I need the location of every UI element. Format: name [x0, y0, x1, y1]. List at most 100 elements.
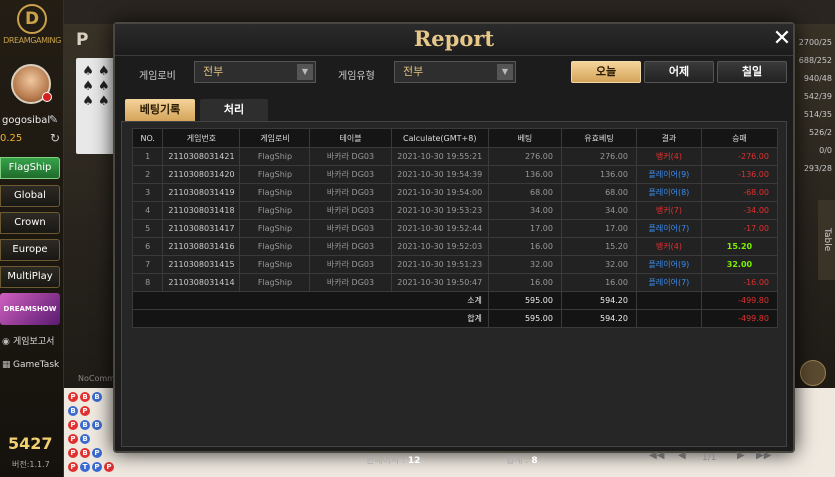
col-lobby: 게임로비: [239, 128, 311, 148]
cell-result: 뱅커(4): [635, 237, 702, 256]
road-dot: B: [92, 420, 102, 430]
col-game-id: 게임번호: [162, 128, 241, 148]
cell-win-loss: -136.00: [700, 165, 779, 184]
table-body: 1 2110308031421 FlagShip 바카라 DG03 2021-10-30…: [131, 147, 779, 328]
lobby-europe-button[interactable]: Europe: [0, 239, 60, 261]
cell-bet: 68.00: [487, 183, 562, 202]
type-select[interactable]: 전부 ▼: [394, 61, 516, 83]
hand-icon[interactable]: [800, 360, 826, 386]
cell-game-id: 2110308031417: [162, 219, 241, 238]
per-page-value: 12: [407, 456, 421, 466]
cell-table: 바카라 DG03: [309, 201, 392, 220]
cell-game-id: 2110308031419: [162, 183, 241, 202]
logo-text: DREAMGAMING: [3, 36, 61, 45]
subtotal-row: 소계 595.00 594.20 -499.80: [132, 291, 779, 310]
cell-valid-bet: 68.00: [560, 183, 637, 202]
cell-valid-bet: 276.00: [560, 147, 637, 166]
no-comm-label: NoComm: [78, 374, 115, 383]
table-side-tab[interactable]: Table: [818, 200, 835, 280]
page-indicator: 1/1: [702, 453, 717, 463]
yesterday-button[interactable]: 어제: [644, 61, 714, 83]
cell-result: 뱅커(7): [635, 201, 702, 220]
stat-value: 688/252: [798, 56, 832, 65]
prev-page-icon[interactable]: ◀: [678, 450, 686, 461]
lobby-global-button[interactable]: Global: [0, 185, 60, 207]
cell-win-loss: 15.20: [700, 237, 779, 256]
cell-game-id: 2110308031416: [162, 237, 241, 256]
modal-title: Report: [413, 26, 495, 51]
stat-value: 2700/25: [798, 38, 832, 47]
cell-bet: 34.00: [487, 201, 562, 220]
close-button[interactable]: ✕: [770, 27, 794, 51]
table-row[interactable]: 7 2110308031415 FlagShip 바카라 DG03 2021-10-30…: [131, 255, 779, 274]
game-report-link[interactable]: ◉ 게임보고서: [0, 333, 60, 351]
road-dot: P: [68, 448, 78, 458]
table-row[interactable]: 3 2110308031419 FlagShip 바카라 DG03 2021-10-30…: [131, 183, 779, 202]
report-table: NO. 게임번호 게임로비 테이블 Calculate(GMT+8) 베팅 유효…: [131, 128, 779, 328]
lobby-multiplay-button[interactable]: MultiPlay: [0, 266, 60, 288]
cell-table: 바카라 DG03: [309, 237, 392, 256]
cell-lobby: FlagShip: [239, 237, 311, 256]
cell-result: 플레이어(9): [635, 255, 702, 274]
table-row[interactable]: 5 2110308031417 FlagShip 바카라 DG03 2021-10-30…: [131, 219, 779, 238]
table-row[interactable]: 1 2110308031421 FlagShip 바카라 DG03 2021-10-30…: [131, 147, 779, 166]
refresh-icon[interactable]: ↻: [50, 131, 60, 145]
cell-result: 플레이어(9): [635, 165, 702, 184]
first-page-icon[interactable]: ◀◀: [649, 450, 664, 461]
table-row[interactable]: 8 2110308031414 FlagShip 바카라 DG03 2021-10-30…: [131, 273, 779, 292]
cell-game-id: 2110308031415: [162, 255, 241, 274]
table-row[interactable]: 2 2110308031420 FlagShip 바카라 DG03 2021-10-30…: [131, 165, 779, 184]
game-top-bar: [64, 0, 835, 24]
cell-lobby: FlagShip: [239, 219, 311, 238]
table-row[interactable]: 6 2110308031416 FlagShip 바카라 DG03 2021-10-30…: [131, 237, 779, 256]
cell-valid-bet: 17.00: [560, 219, 637, 238]
card-stack: ♠ ♠ ♠ ♠ ♠ ♠: [76, 58, 116, 154]
road-dot: P: [68, 434, 78, 444]
cell-win-loss: -34.00: [700, 201, 779, 220]
next-page-icon[interactable]: ▶: [737, 450, 745, 461]
cell-valid-bet: 16.00: [560, 273, 637, 292]
road-dot: B: [80, 392, 90, 402]
road-dot: P: [92, 462, 102, 472]
cell-bet: 17.00: [487, 219, 562, 238]
type-filter-label: 게임유형: [338, 71, 375, 82]
cell-win-loss: -68.00: [700, 183, 779, 202]
cell-win-loss: -16.00: [700, 273, 779, 292]
last-page-icon[interactable]: ▶▶: [756, 450, 771, 461]
road-dot: T: [80, 462, 90, 472]
table-row[interactable]: 4 2110308031418 FlagShip 바카라 DG03 2021-10-30…: [131, 201, 779, 220]
report-table-panel: NO. 게임번호 게임로비 테이블 Calculate(GMT+8) 베팅 유효…: [121, 121, 787, 466]
col-result: 결과: [635, 128, 702, 148]
road-dot: P: [68, 420, 78, 430]
tab-processing[interactable]: 처리: [200, 99, 268, 121]
cell-lobby: FlagShip: [239, 201, 311, 220]
lobby-select[interactable]: 전부 ▼: [194, 61, 316, 83]
total-valid: 594.20: [560, 309, 637, 328]
cell-no: 4: [131, 201, 164, 220]
subtotal-valid: 594.20: [560, 291, 637, 310]
stat-value: 940/48: [803, 74, 832, 83]
tab-bet-history[interactable]: 베팅기록: [125, 99, 195, 121]
cell-result: 뱅커(4): [635, 147, 702, 166]
type-select-value: 전부: [403, 65, 424, 78]
score: 5427: [8, 434, 53, 453]
edit-icon[interactable]: ✎: [49, 113, 58, 126]
game-task-link[interactable]: ▦ GameTask: [0, 356, 60, 374]
cell-table: 바카라 DG03: [309, 273, 392, 292]
cell-result: 플레이어(7): [635, 273, 702, 292]
lobby-flagship-button[interactable]: FlagShip: [0, 157, 60, 179]
lobby-crown-button[interactable]: Crown: [0, 212, 60, 234]
cell-game-id: 2110308031418: [162, 201, 241, 220]
subtotal-label: 소계: [132, 291, 489, 310]
today-button[interactable]: 오늘: [571, 61, 641, 83]
report-icon: ◉: [2, 337, 10, 347]
road-dot: B: [80, 448, 90, 458]
col-no: NO.: [131, 128, 164, 148]
cell-no: 2: [131, 165, 164, 184]
dreamshow-banner[interactable]: DREAMSHOW: [0, 293, 60, 325]
seven-days-button[interactable]: 칠일: [717, 61, 787, 83]
subtotal-win: -499.80: [700, 291, 779, 310]
cell-game-id: 2110308031414: [162, 273, 241, 292]
cell-lobby: FlagShip: [239, 183, 311, 202]
cell-time: 2021-10-30 19:53:23: [390, 201, 489, 220]
